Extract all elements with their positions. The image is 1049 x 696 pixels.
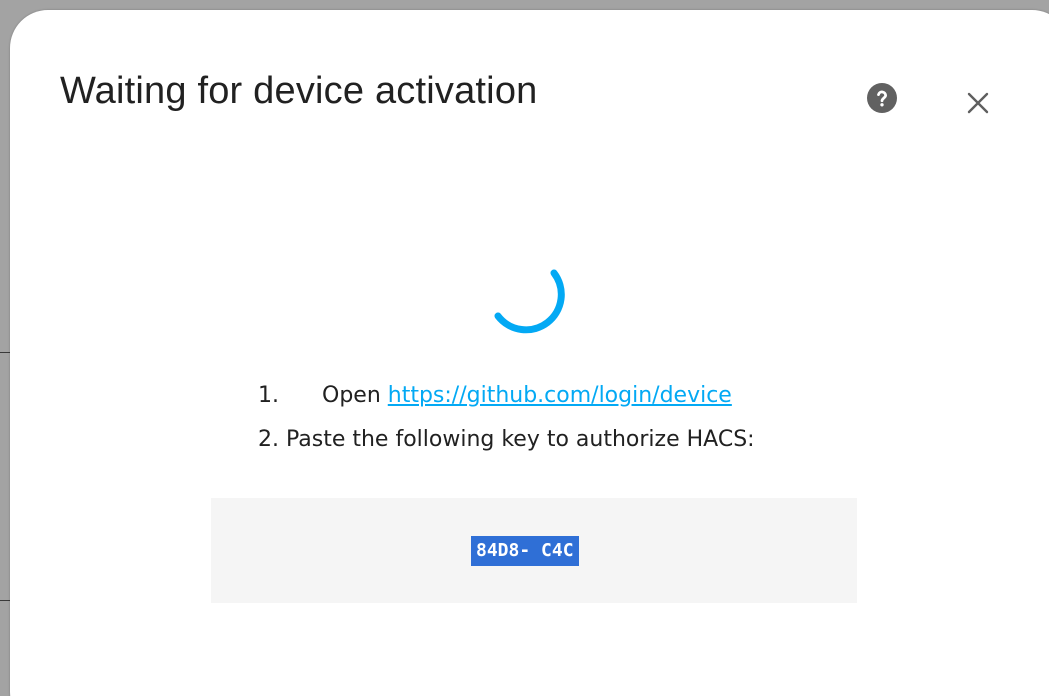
github-device-link[interactable]: https://github.com/login/device xyxy=(388,383,732,408)
close-icon xyxy=(967,92,989,114)
device-code-box: 84D8- C4C xyxy=(211,498,857,603)
step-1-text: Open xyxy=(322,383,381,408)
dialog-title: Waiting for device activation xyxy=(60,70,538,112)
loading-spinner-icon xyxy=(494,269,565,334)
device-code-value[interactable]: 84D8- C4C xyxy=(471,536,579,566)
help-circle-icon xyxy=(867,83,897,113)
close-button[interactable] xyxy=(958,83,998,123)
instruction-step-1: 1. Open https://github.com/login/device xyxy=(258,383,732,408)
help-button[interactable] xyxy=(863,79,901,117)
step-1-number: 1. xyxy=(258,383,279,408)
instruction-step-2: 2. Paste the following key to authorize … xyxy=(258,427,755,452)
